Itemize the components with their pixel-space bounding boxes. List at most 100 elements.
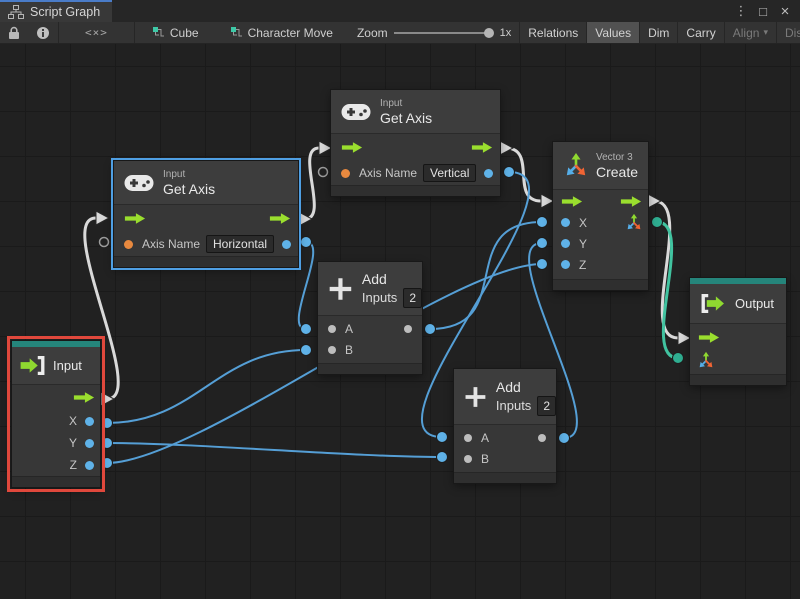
- gamepad-icon: [124, 173, 154, 193]
- menu-icon[interactable]: ⋮: [732, 3, 750, 19]
- x-in-port[interactable]: [561, 218, 570, 227]
- toolbar-separator: [134, 22, 135, 43]
- axis-name-port[interactable]: [341, 169, 350, 178]
- b-in-port[interactable]: [328, 346, 336, 354]
- graph-crumb-icon: [153, 27, 165, 39]
- breadcrumb-cube[interactable]: Cube: [143, 26, 209, 40]
- y-in-port[interactable]: [561, 239, 570, 248]
- port-label: B: [481, 452, 489, 466]
- y-out-port[interactable]: [85, 439, 94, 448]
- distribute-dropdown[interactable]: Distribute▾: [776, 22, 800, 43]
- dropdown-caret-icon: ▾: [763, 27, 768, 38]
- zoom-value: 1x: [500, 27, 512, 39]
- code-preview-button[interactable]: <×>: [59, 22, 134, 43]
- node-title: Get Axis: [163, 181, 215, 198]
- axis-name-port[interactable]: [124, 240, 133, 249]
- graph-crumb-icon: [231, 27, 243, 39]
- node-kind: Input: [380, 97, 432, 110]
- axis-name-field[interactable]: Vertical: [423, 164, 476, 182]
- toolbar-toggle-group: Relations Values Dim Carry Align▾ Distri…: [519, 22, 800, 43]
- zoom-label: Zoom: [357, 26, 388, 40]
- breadcrumb-character-move[interactable]: Character Move: [221, 26, 343, 40]
- zoom-slider-track[interactable]: [394, 32, 488, 34]
- zoom-slider[interactable]: [394, 22, 494, 43]
- flow-out-arrow-icon[interactable]: [73, 391, 95, 404]
- close-icon[interactable]: ×: [776, 3, 794, 20]
- code-icon: <×>: [67, 26, 126, 39]
- b-in-port[interactable]: [464, 455, 472, 463]
- node-footer: [318, 363, 422, 374]
- flow-out-arrow-icon[interactable]: [471, 141, 493, 154]
- node-footer: [331, 185, 500, 196]
- tab-script-graph[interactable]: Script Graph: [0, 0, 112, 22]
- node-footer: [454, 472, 556, 483]
- value-out-port[interactable]: [484, 169, 493, 178]
- port-label: X: [69, 414, 77, 428]
- sum-out-port[interactable]: [538, 434, 546, 442]
- node-title: Add: [362, 270, 422, 288]
- script-graph-icon: [8, 5, 24, 19]
- node-footer: [690, 374, 786, 385]
- values-button[interactable]: Values: [586, 22, 639, 43]
- x-out-port[interactable]: [85, 417, 94, 426]
- node-footer: [12, 476, 100, 487]
- value-out-port[interactable]: [282, 240, 291, 249]
- carry-button[interactable]: Carry: [677, 22, 723, 43]
- output-unit-icon: [698, 293, 728, 314]
- flow-in-arrow-icon[interactable]: [124, 212, 146, 225]
- port-label: Y: [579, 237, 587, 251]
- flow-out-arrow-icon[interactable]: [620, 195, 642, 208]
- node-vector3-create[interactable]: Vector 3 Create X Y Z: [553, 142, 648, 290]
- node-title: Output: [735, 296, 774, 311]
- z-in-port[interactable]: [561, 260, 570, 269]
- maximize-icon[interactable]: □: [754, 4, 772, 19]
- breadcrumb-label: Character Move: [248, 26, 333, 40]
- node-graph-input[interactable]: Input X Y Z: [12, 341, 100, 487]
- inputs-label: Inputs: [496, 397, 531, 415]
- node-title: Input: [53, 358, 82, 373]
- port-label: Z: [70, 458, 77, 472]
- port-label: A: [345, 322, 353, 336]
- inputs-label: Inputs: [362, 289, 397, 307]
- node-get-axis-horizontal[interactable]: Input Get Axis Axis Name Horizontal: [114, 161, 298, 267]
- node-get-axis-vertical[interactable]: Input Get Axis Axis Name Vertical: [331, 90, 500, 196]
- breadcrumb-label: Cube: [170, 26, 199, 40]
- z-out-port[interactable]: [85, 461, 94, 470]
- align-dropdown[interactable]: Align▾: [724, 22, 776, 43]
- dim-button[interactable]: Dim: [639, 22, 677, 43]
- gamepad-icon: [341, 102, 371, 122]
- relations-button[interactable]: Relations: [519, 22, 586, 43]
- flow-in-arrow-icon[interactable]: [698, 331, 720, 344]
- info-icon: [36, 26, 50, 40]
- node-add-2[interactable]: Add Inputs 2 A B: [454, 369, 556, 483]
- node-footer: [553, 279, 648, 290]
- flow-out-arrow-icon[interactable]: [269, 212, 291, 225]
- tab-title: Script Graph: [30, 5, 100, 19]
- window-controls: ⋮ □ ×: [732, 0, 800, 22]
- vector3-in-port[interactable]: [697, 351, 715, 370]
- port-label: B: [345, 343, 353, 357]
- lock-button[interactable]: [0, 22, 28, 43]
- node-title: Create: [596, 164, 638, 181]
- input-unit-icon: [19, 355, 47, 376]
- node-graph-output[interactable]: Output: [690, 278, 786, 385]
- axis-name-field[interactable]: Horizontal: [206, 235, 274, 253]
- info-button[interactable]: [28, 22, 58, 43]
- port-label: Y: [69, 436, 77, 450]
- node-title: Get Axis: [380, 110, 432, 127]
- flow-in-arrow-icon[interactable]: [341, 141, 363, 154]
- inputs-count-field[interactable]: 2: [537, 396, 556, 416]
- vector3-out-port[interactable]: [625, 213, 643, 232]
- zoom-slider-knob[interactable]: [484, 28, 494, 38]
- node-kind: Vector 3: [596, 151, 638, 164]
- lock-icon: [8, 26, 20, 40]
- inputs-count-field[interactable]: 2: [403, 288, 422, 308]
- port-label: Z: [579, 258, 586, 272]
- node-kind: Input: [163, 168, 215, 181]
- a-in-port[interactable]: [328, 325, 336, 333]
- node-add-1[interactable]: Add Inputs 2 A B: [318, 262, 422, 374]
- flow-in-arrow-icon[interactable]: [561, 195, 583, 208]
- node-title: Add: [496, 378, 556, 396]
- sum-out-port[interactable]: [404, 325, 412, 333]
- a-in-port[interactable]: [464, 434, 472, 442]
